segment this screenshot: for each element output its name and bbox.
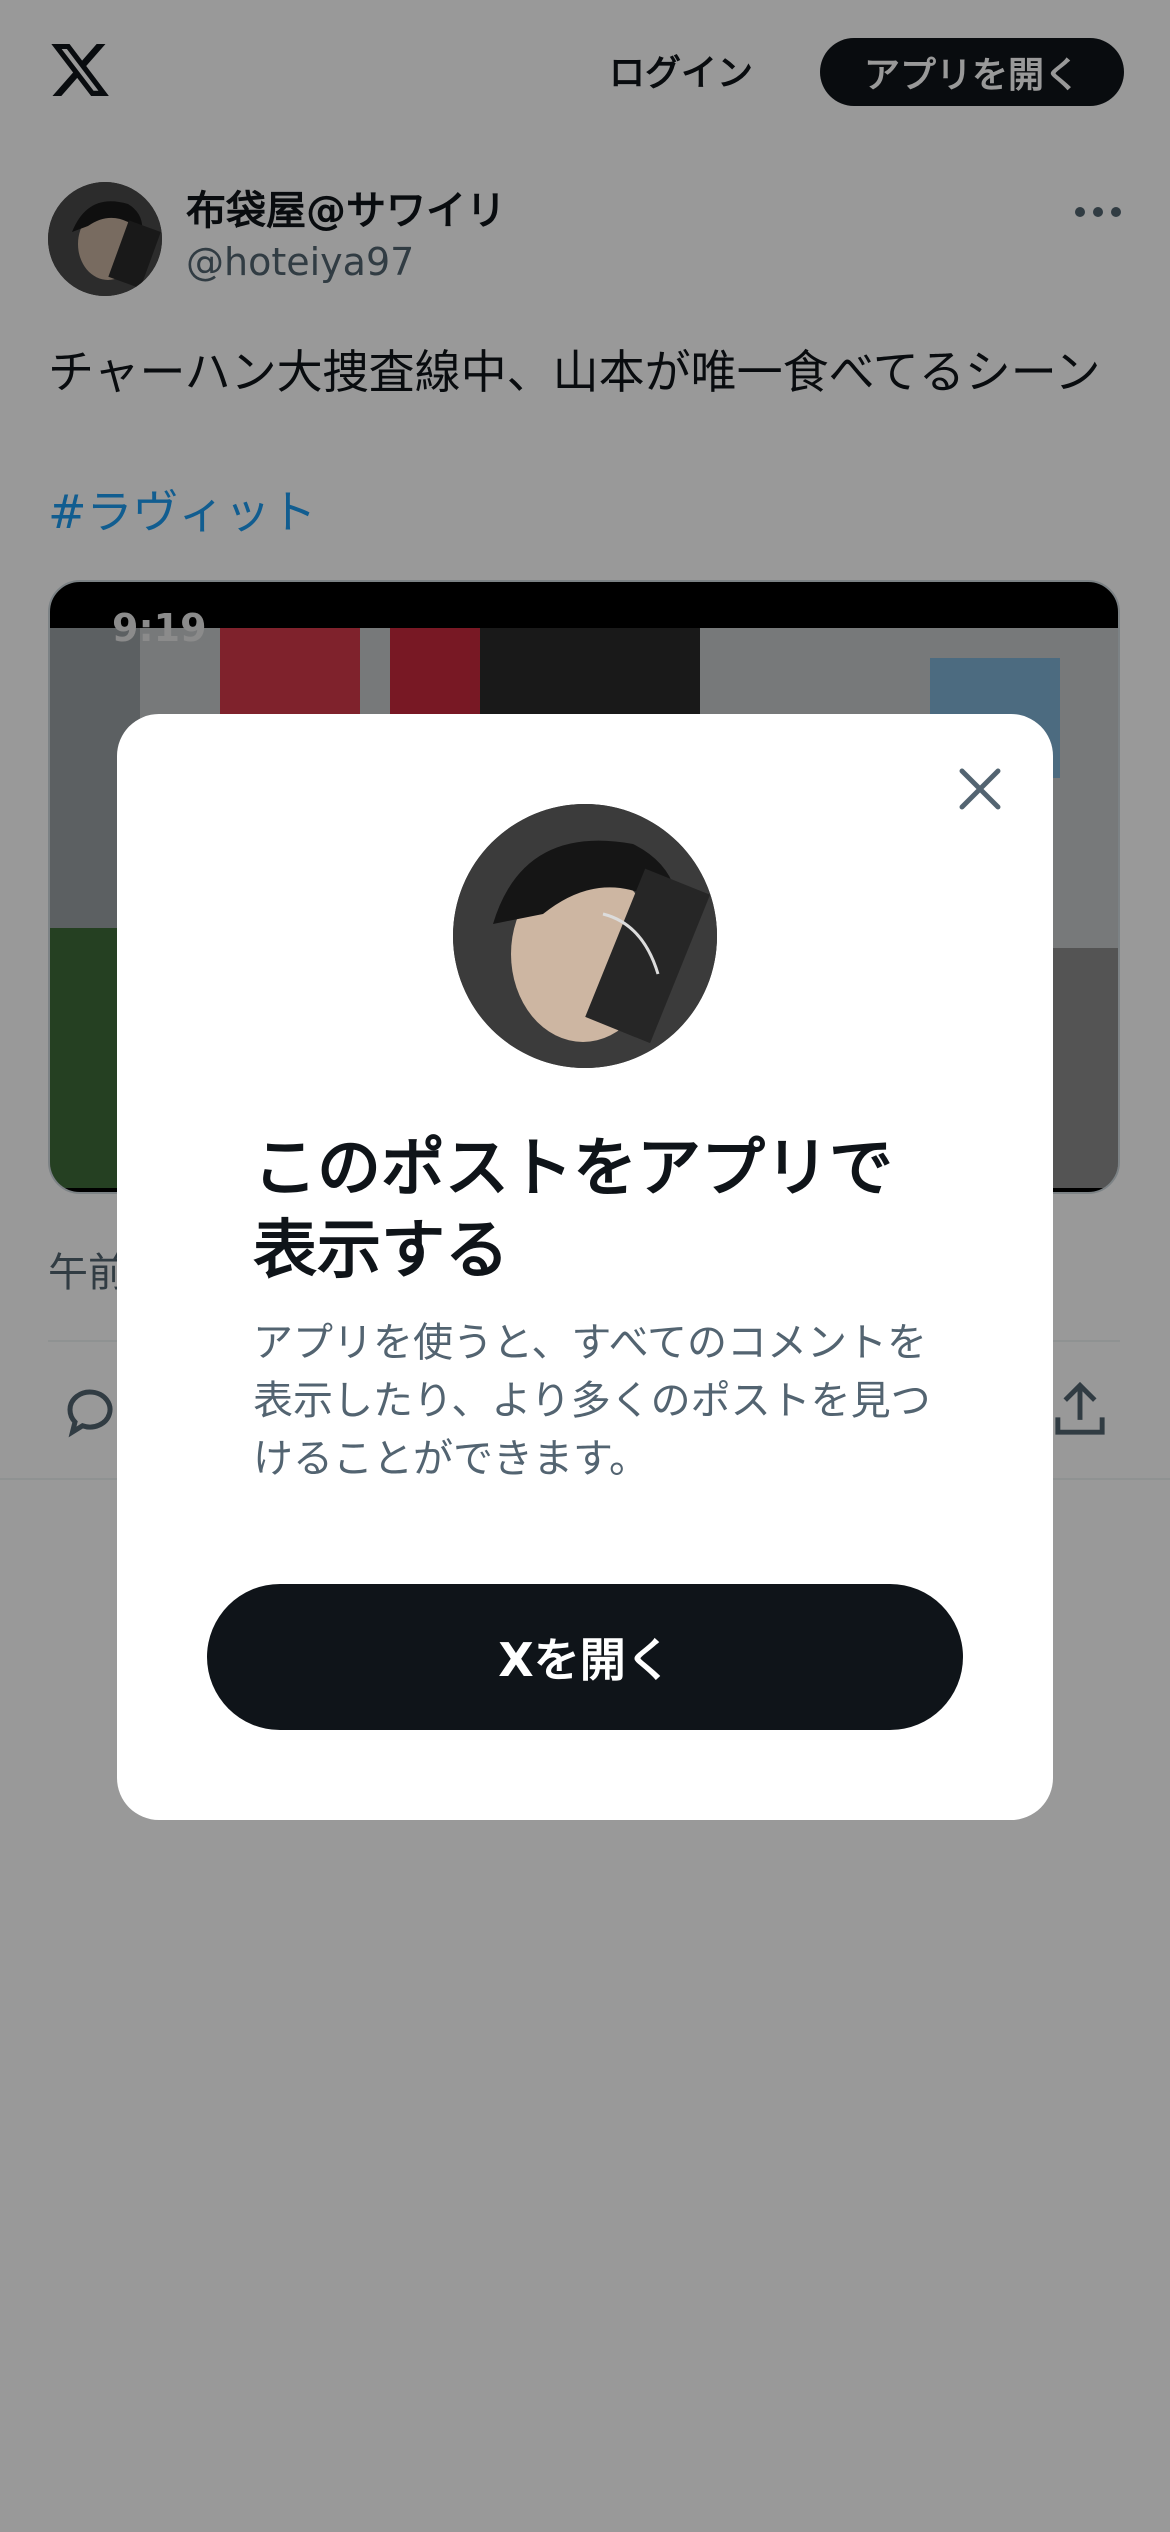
close-icon[interactable] [953,762,1007,816]
modal-subtitle: アプリを使うと、すべてのコメントを表示したり、より多くのポストを見つけることがで… [253,1320,931,1482]
avatar-image [453,804,717,1068]
modal-author-avatar [453,804,717,1068]
modal-title: このポストをアプリで表示する [253,1132,893,1288]
open-x-button[interactable]: Xを開く [207,1584,963,1730]
open-in-app-modal: このポストをアプリで表示する アプリを使うと、すべてのコメントを表示したり、より… [117,714,1053,1820]
page: ログイン アプリを開く 布袋屋@サワイリ @hoteiya97 チャーハン大捜査… [0,0,1170,2532]
